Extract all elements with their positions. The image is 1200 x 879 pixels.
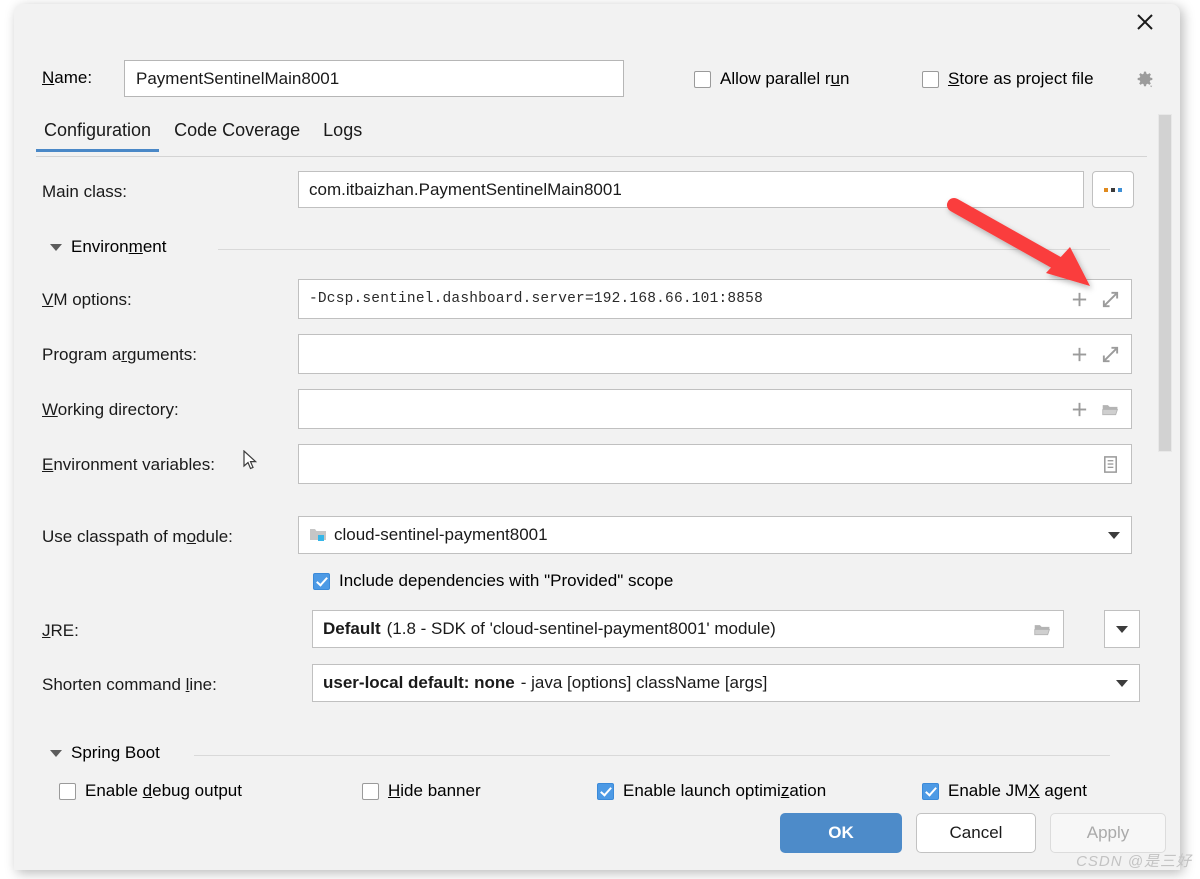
module-icon (309, 527, 327, 543)
hide-banner-label: Hide banner (388, 781, 481, 800)
jre-label: JRE: (42, 621, 79, 640)
tab-code-coverage[interactable]: Code Coverage (166, 120, 308, 152)
environment-group-header[interactable]: Environment (50, 237, 166, 257)
enable-debug-output-label: Enable debug output (85, 781, 242, 800)
watermark: CSDN @是三好 (1076, 853, 1192, 870)
tab-separator (36, 156, 1147, 157)
expand-icon[interactable] (1101, 345, 1120, 364)
working-directory-label: Working directory: (42, 400, 179, 419)
shorten-command-line-combo[interactable]: user-local default: none - java [options… (312, 664, 1140, 702)
spring-boot-group-header[interactable]: Spring Boot (50, 743, 160, 763)
environment-group-label: Environment (71, 237, 167, 256)
tab-bar: Configuration Code Coverage Logs (36, 120, 370, 152)
enable-launch-optimization-box[interactable] (597, 782, 614, 800)
main-class-browse-button[interactable] (1092, 171, 1134, 208)
store-as-project-file-checkbox[interactable]: Store as project file (922, 69, 1094, 89)
program-arguments-label: Program arguments: (42, 345, 197, 364)
main-class-input[interactable]: com.itbaizhan.PaymentSentinelMain8001 (298, 171, 1084, 208)
vm-options-input[interactable]: -Dcsp.sentinel.dashboard.server=192.168.… (298, 279, 1132, 319)
plus-icon[interactable] (1070, 345, 1089, 364)
shorten-command-line-value: user-local default: none (323, 673, 515, 692)
enable-jmx-agent-checkbox[interactable]: Enable JMX agent (922, 781, 1087, 801)
dialog-button-bar: OK Cancel Apply (14, 813, 1180, 859)
main-class-label: Main class: (42, 182, 128, 201)
environment-variables-label: Environment variables: (42, 455, 215, 474)
spring-boot-group-line (194, 755, 1110, 756)
configuration-form: Main class: com.itbaizhan.PaymentSentine… (14, 159, 1180, 810)
shorten-command-line-detail: - java [options] className [args] (520, 673, 768, 692)
environment-variables-icons (1101, 455, 1131, 474)
use-classpath-of-module-label: Use classpath of module: (42, 527, 233, 546)
enable-debug-output-checkbox[interactable]: Enable debug output (59, 781, 242, 801)
list-icon[interactable] (1101, 455, 1120, 474)
jre-dropdown-button[interactable] (1104, 610, 1140, 648)
vm-options-label: VM options: (42, 290, 132, 309)
include-provided-scope-box[interactable] (313, 572, 330, 590)
environment-group-line (218, 249, 1110, 250)
tab-logs[interactable]: Logs (315, 120, 370, 152)
apply-button: Apply (1050, 813, 1166, 853)
chevron-down-icon[interactable] (50, 243, 62, 251)
chevron-down-icon[interactable] (50, 749, 62, 757)
plus-icon[interactable] (1070, 400, 1089, 419)
hide-banner-box[interactable] (362, 782, 379, 800)
ok-button[interactable]: OK (780, 813, 902, 853)
cancel-button[interactable]: Cancel (916, 813, 1036, 853)
chevron-down-icon[interactable] (1116, 679, 1128, 687)
plus-icon[interactable] (1070, 290, 1089, 309)
include-provided-scope-label: Include dependencies with "Provided" sco… (339, 571, 674, 590)
environment-variables-input[interactable] (298, 444, 1132, 484)
close-icon[interactable] (1128, 6, 1162, 38)
use-classpath-of-module-icons (1108, 531, 1131, 539)
jre-icons (1033, 620, 1063, 639)
allow-parallel-run-label: Allow parallel run (720, 69, 850, 88)
vm-options-value: -Dcsp.sentinel.dashboard.server=192.168.… (309, 291, 763, 307)
allow-parallel-run-checkbox[interactable]: Allow parallel run (694, 69, 849, 89)
enable-launch-optimization-checkbox[interactable]: Enable launch optimization (597, 781, 826, 801)
screenshot-root: Name: PaymentSentinelMain8001 Allow para… (0, 0, 1200, 879)
shorten-command-line-label: Shorten command line: (42, 675, 217, 694)
working-directory-input[interactable] (298, 389, 1132, 429)
allow-parallel-run-box[interactable] (694, 70, 711, 88)
main-class-value: com.itbaizhan.PaymentSentinelMain8001 (309, 179, 622, 199)
store-as-project-file-box[interactable] (922, 70, 939, 88)
include-provided-scope-checkbox[interactable]: Include dependencies with "Provided" sco… (313, 571, 673, 591)
shorten-command-line-icons (1116, 679, 1139, 687)
spring-boot-group-label: Spring Boot (71, 743, 160, 762)
enable-jmx-agent-box[interactable] (922, 782, 939, 800)
working-directory-icons (1070, 400, 1131, 419)
folder-icon[interactable] (1101, 400, 1120, 419)
jre-value-detail: (1.8 - SDK of 'cloud-sentinel-payment800… (386, 619, 776, 638)
program-arguments-input[interactable] (298, 334, 1132, 374)
store-as-project-file-label: Store as project file (948, 69, 1094, 88)
tab-configuration[interactable]: Configuration (36, 120, 160, 152)
enable-debug-output-box[interactable] (59, 782, 76, 800)
chevron-down-icon[interactable] (1116, 625, 1128, 633)
chevron-down-icon[interactable] (1108, 531, 1120, 539)
name-input-value: PaymentSentinelMain8001 (136, 68, 340, 88)
expand-icon[interactable] (1101, 290, 1120, 309)
use-classpath-of-module-value: cloud-sentinel-payment8001 (334, 525, 548, 544)
jre-value: Default (323, 619, 381, 638)
jre-combo[interactable]: Default (1.8 - SDK of 'cloud-sentinel-pa… (312, 610, 1064, 648)
program-arguments-icons (1070, 345, 1131, 364)
name-label: Name: (42, 68, 93, 87)
hide-banner-checkbox[interactable]: Hide banner (362, 781, 481, 801)
gear-icon[interactable] (1134, 68, 1156, 90)
name-input[interactable]: PaymentSentinelMain8001 (124, 60, 624, 97)
use-classpath-of-module-combo[interactable]: cloud-sentinel-payment8001 (298, 516, 1132, 554)
name-row: Name: PaymentSentinelMain8001 Allow para… (14, 60, 1180, 102)
enable-launch-optimization-label: Enable launch optimization (623, 781, 827, 800)
run-configuration-dialog: Name: PaymentSentinelMain8001 Allow para… (14, 4, 1180, 870)
enable-jmx-agent-label: Enable JMX agent (948, 781, 1087, 800)
vm-options-icons (1070, 290, 1131, 309)
folder-icon[interactable] (1033, 620, 1052, 639)
